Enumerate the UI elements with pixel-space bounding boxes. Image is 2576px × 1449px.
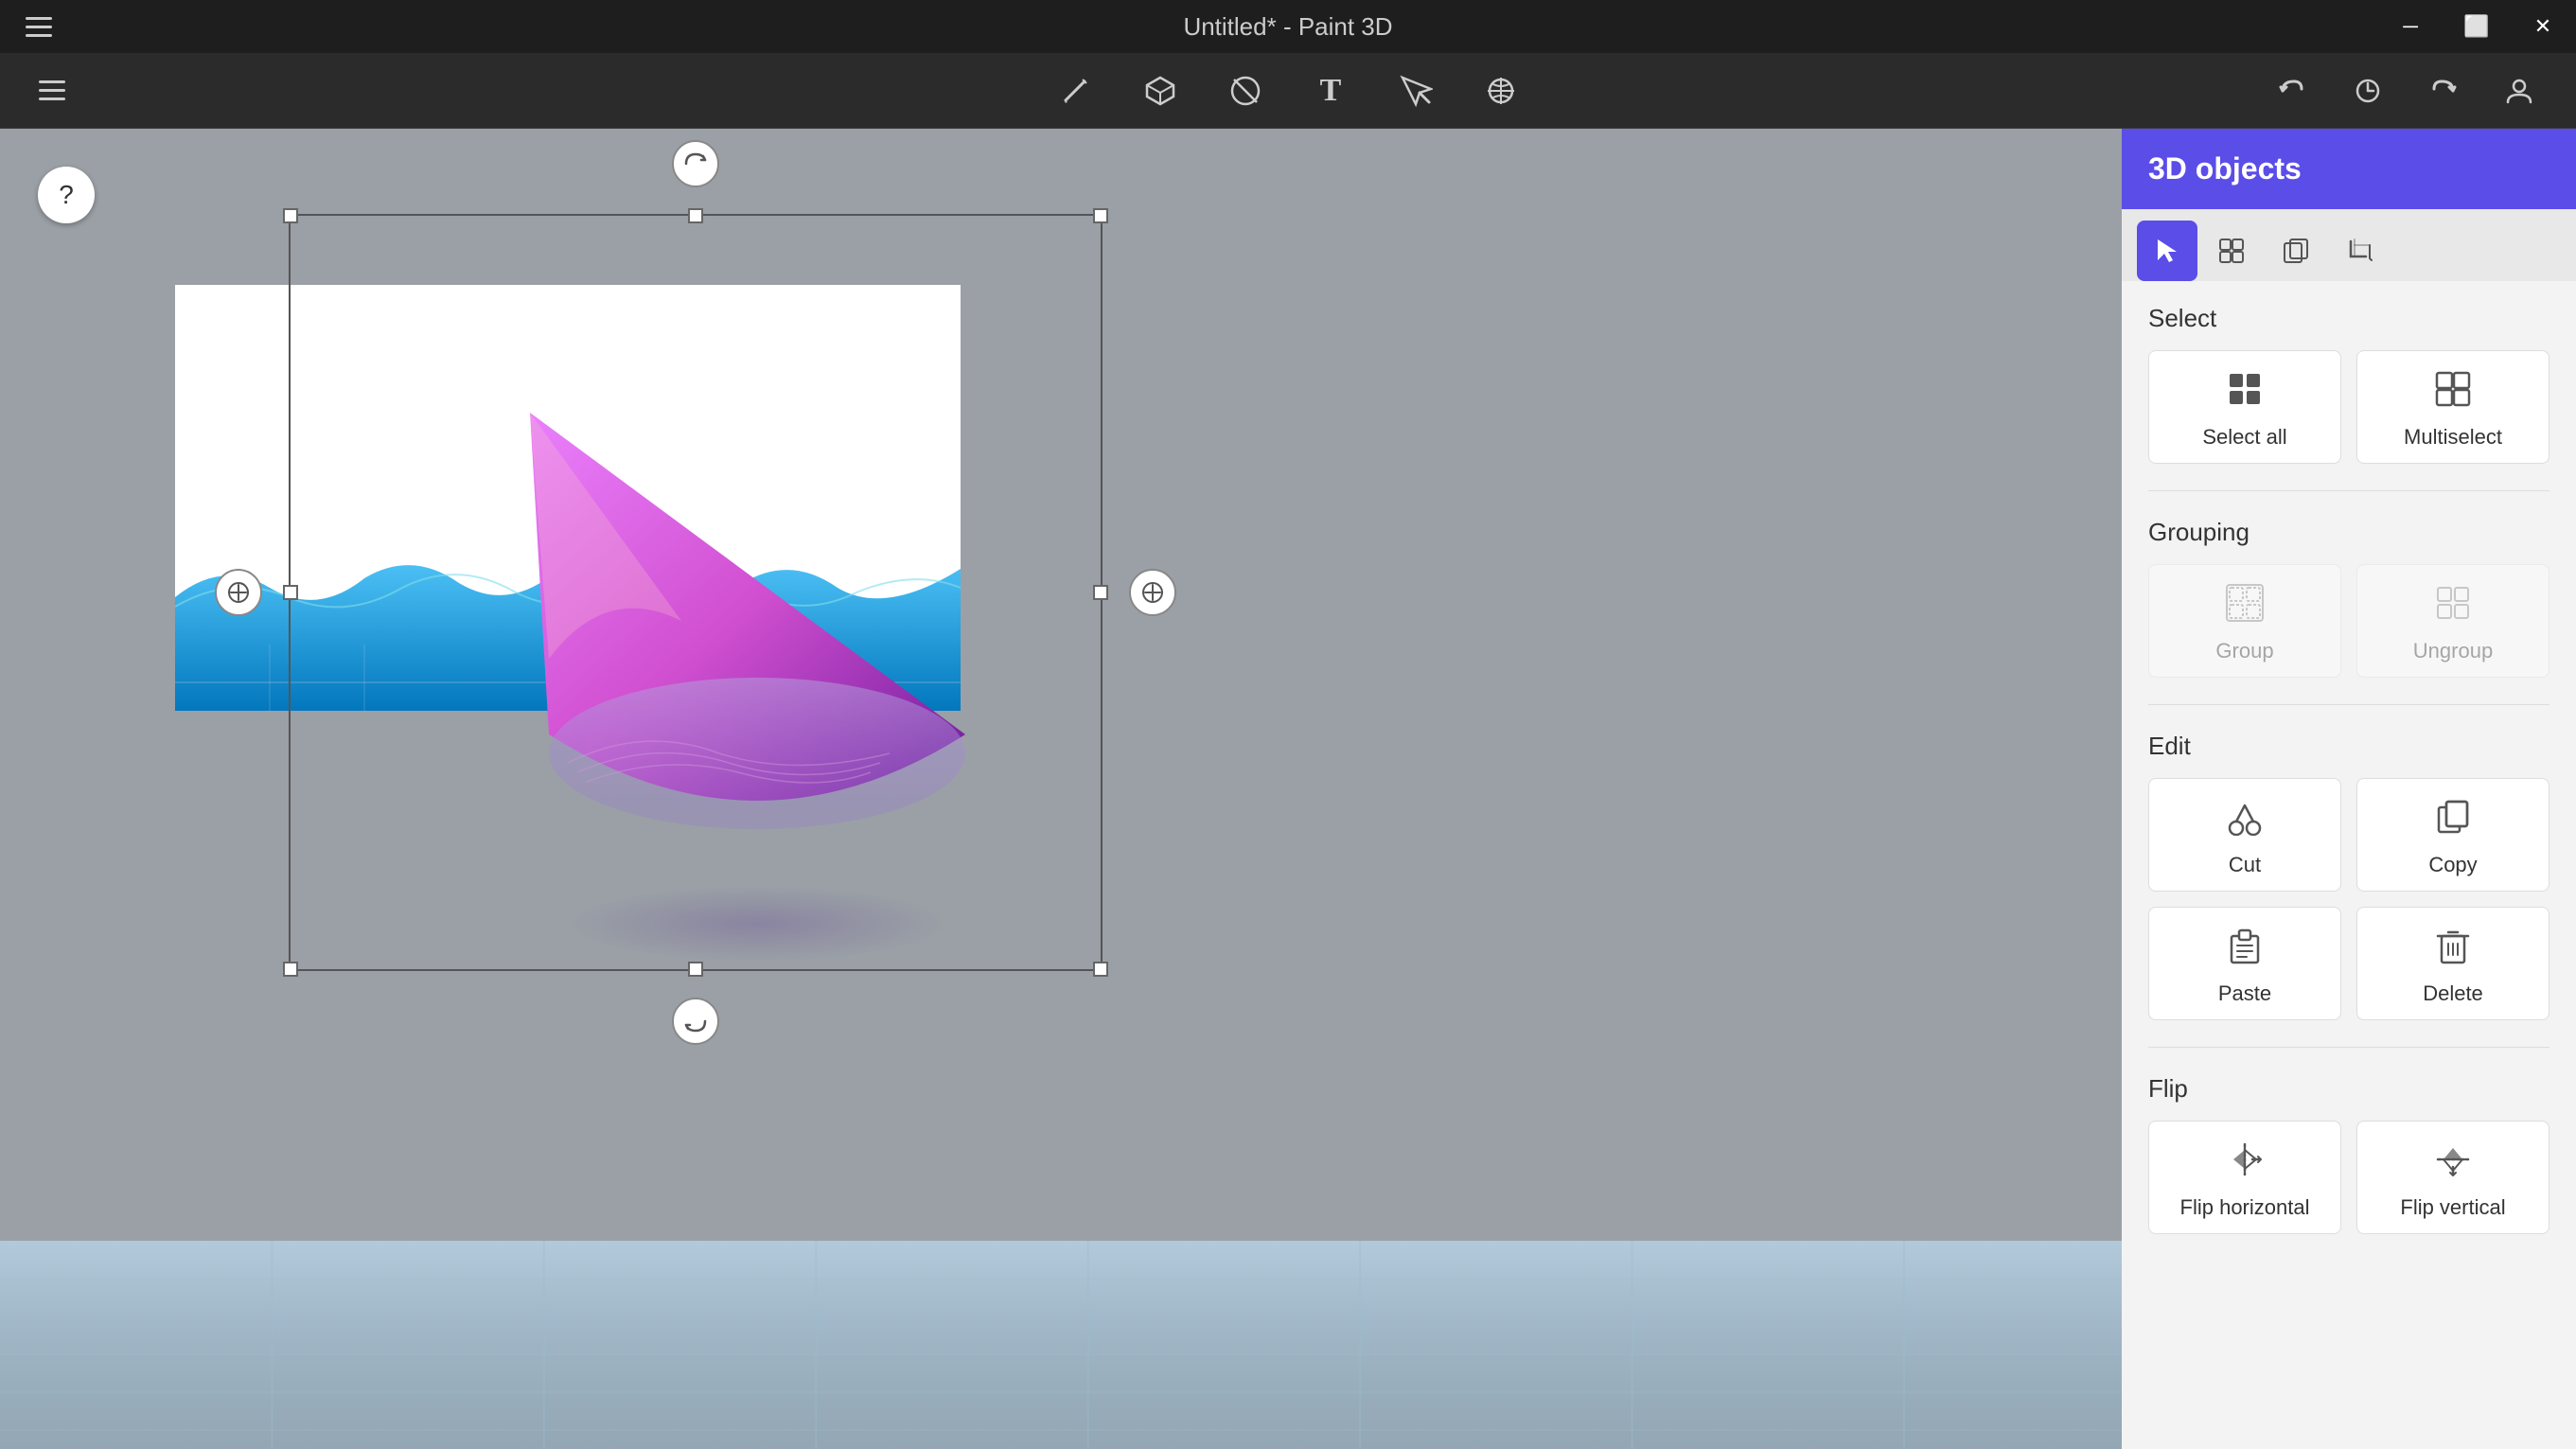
history-button[interactable] bbox=[2339, 62, 2396, 119]
toolbar-right bbox=[2264, 62, 2548, 119]
select-all-icon bbox=[2226, 370, 2264, 415]
profile-button[interactable] bbox=[2491, 62, 2548, 119]
canvas-area[interactable]: ? bbox=[0, 129, 2122, 1449]
delete-label: Delete bbox=[2423, 981, 2483, 1006]
panel-header: 3D objects bbox=[2122, 129, 2576, 209]
multiselect-button[interactable]: Multiselect bbox=[2356, 350, 2550, 464]
hamburger-menu[interactable] bbox=[28, 67, 76, 115]
tab-copy-object[interactable] bbox=[2266, 221, 2326, 281]
maximize-button[interactable]: ⬜ bbox=[2444, 0, 2510, 53]
grouping-section-title: Grouping bbox=[2148, 518, 2550, 547]
titlebar: Untitled* - Paint 3D ─ ⬜ ✕ bbox=[0, 0, 2576, 53]
hamburger-menu-titlebar[interactable] bbox=[15, 3, 62, 50]
copy-icon bbox=[2434, 798, 2472, 843]
flip-buttons: Flip horizontal Flip vertical bbox=[2148, 1121, 2550, 1234]
flip-section-title: Flip bbox=[2148, 1074, 2550, 1104]
paste-icon bbox=[2226, 927, 2264, 972]
multiselect-icon bbox=[2434, 370, 2472, 415]
group-button[interactable]: Group bbox=[2148, 564, 2341, 678]
side-handle-right[interactable] bbox=[1129, 569, 1176, 616]
3d-cone bbox=[416, 337, 1022, 981]
handle-mid-right[interactable] bbox=[1093, 585, 1108, 600]
flip-horizontal-icon bbox=[2226, 1140, 2264, 1186]
panel-title: 3D objects bbox=[2148, 151, 2302, 186]
undo-button[interactable] bbox=[2264, 62, 2320, 119]
copy-button[interactable]: Copy bbox=[2356, 778, 2550, 892]
flip-horizontal-label: Flip horizontal bbox=[2180, 1195, 2310, 1220]
handle-top-center[interactable] bbox=[688, 208, 703, 223]
divider-1 bbox=[2148, 490, 2550, 491]
flip-section: Flip Flip horizontal bbox=[2122, 1051, 2576, 1257]
erase-tool-button[interactable] bbox=[1217, 62, 1274, 119]
window-title: Untitled* - Paint 3D bbox=[1183, 12, 1392, 42]
text-tool-button[interactable]: T bbox=[1302, 62, 1359, 119]
brushes-tool-button[interactable] bbox=[1047, 62, 1103, 119]
toolbar-left bbox=[28, 67, 76, 115]
redo-button[interactable] bbox=[2415, 62, 2472, 119]
ungroup-icon bbox=[2434, 584, 2472, 629]
tab-crop[interactable] bbox=[2330, 221, 2391, 281]
delete-icon bbox=[2434, 927, 2472, 972]
copy-label: Copy bbox=[2428, 853, 2477, 877]
handle-bottom-left[interactable] bbox=[283, 962, 298, 977]
toolbar-center: T bbox=[1047, 62, 1529, 119]
cut-button[interactable]: Cut bbox=[2148, 778, 2341, 892]
tab-select[interactable] bbox=[2137, 221, 2197, 281]
flip-vertical-button[interactable]: Flip vertical bbox=[2356, 1121, 2550, 1234]
group-label: Group bbox=[2215, 639, 2273, 663]
ungroup-button[interactable]: Ungroup bbox=[2356, 564, 2550, 678]
handle-top-left[interactable] bbox=[283, 208, 298, 223]
ungroup-label: Ungroup bbox=[2413, 639, 2493, 663]
cut-icon bbox=[2226, 798, 2264, 843]
select-section-title: Select bbox=[2148, 304, 2550, 333]
toolbar: T bbox=[0, 53, 2576, 129]
rotate-handle-top[interactable] bbox=[672, 140, 719, 187]
select-tool-button[interactable] bbox=[1387, 62, 1444, 119]
3d-shapes-tool-button[interactable] bbox=[1132, 62, 1189, 119]
grid-floor-bg bbox=[0, 1241, 2122, 1449]
flip-horizontal-button[interactable]: Flip horizontal bbox=[2148, 1121, 2341, 1234]
cut-label: Cut bbox=[2229, 853, 2261, 877]
rotate-handle-bottom[interactable] bbox=[672, 998, 719, 1045]
main-area: ? bbox=[0, 129, 2576, 1449]
handle-top-right[interactable] bbox=[1093, 208, 1108, 223]
right-panel: 3D objects bbox=[2122, 129, 2576, 1449]
edit-section-title: Edit bbox=[2148, 732, 2550, 761]
divider-3 bbox=[2148, 1047, 2550, 1048]
flip-vertical-label: Flip vertical bbox=[2400, 1195, 2505, 1220]
paste-button[interactable]: Paste bbox=[2148, 907, 2341, 1020]
delete-button[interactable]: Delete bbox=[2356, 907, 2550, 1020]
minimize-button[interactable]: ─ bbox=[2377, 0, 2444, 53]
select-buttons: Select all Multiselect bbox=[2148, 350, 2550, 464]
select-section: Select Select all bbox=[2122, 281, 2576, 486]
edit-buttons: Cut Copy bbox=[2148, 778, 2550, 1020]
edit-section: Edit Cut bbox=[2122, 709, 2576, 1043]
flip-vertical-icon bbox=[2434, 1140, 2472, 1186]
help-button[interactable]: ? bbox=[38, 167, 95, 223]
panel-tabs bbox=[2122, 209, 2576, 281]
group-icon bbox=[2226, 584, 2264, 629]
tab-multiselect[interactable] bbox=[2201, 221, 2262, 281]
multiselect-label: Multiselect bbox=[2404, 425, 2502, 450]
select-all-button[interactable]: Select all bbox=[2148, 350, 2341, 464]
divider-2 bbox=[2148, 704, 2550, 705]
close-button[interactable]: ✕ bbox=[2510, 0, 2576, 53]
paste-label: Paste bbox=[2218, 981, 2271, 1006]
grouping-section: Grouping Group bbox=[2122, 495, 2576, 700]
window-controls: ─ ⬜ ✕ bbox=[2377, 0, 2576, 53]
handle-bottom-right[interactable] bbox=[1093, 962, 1108, 977]
effects-tool-button[interactable] bbox=[1473, 62, 1529, 119]
grouping-buttons: Group Ungroup bbox=[2148, 564, 2550, 678]
select-all-label: Select all bbox=[2202, 425, 2286, 450]
